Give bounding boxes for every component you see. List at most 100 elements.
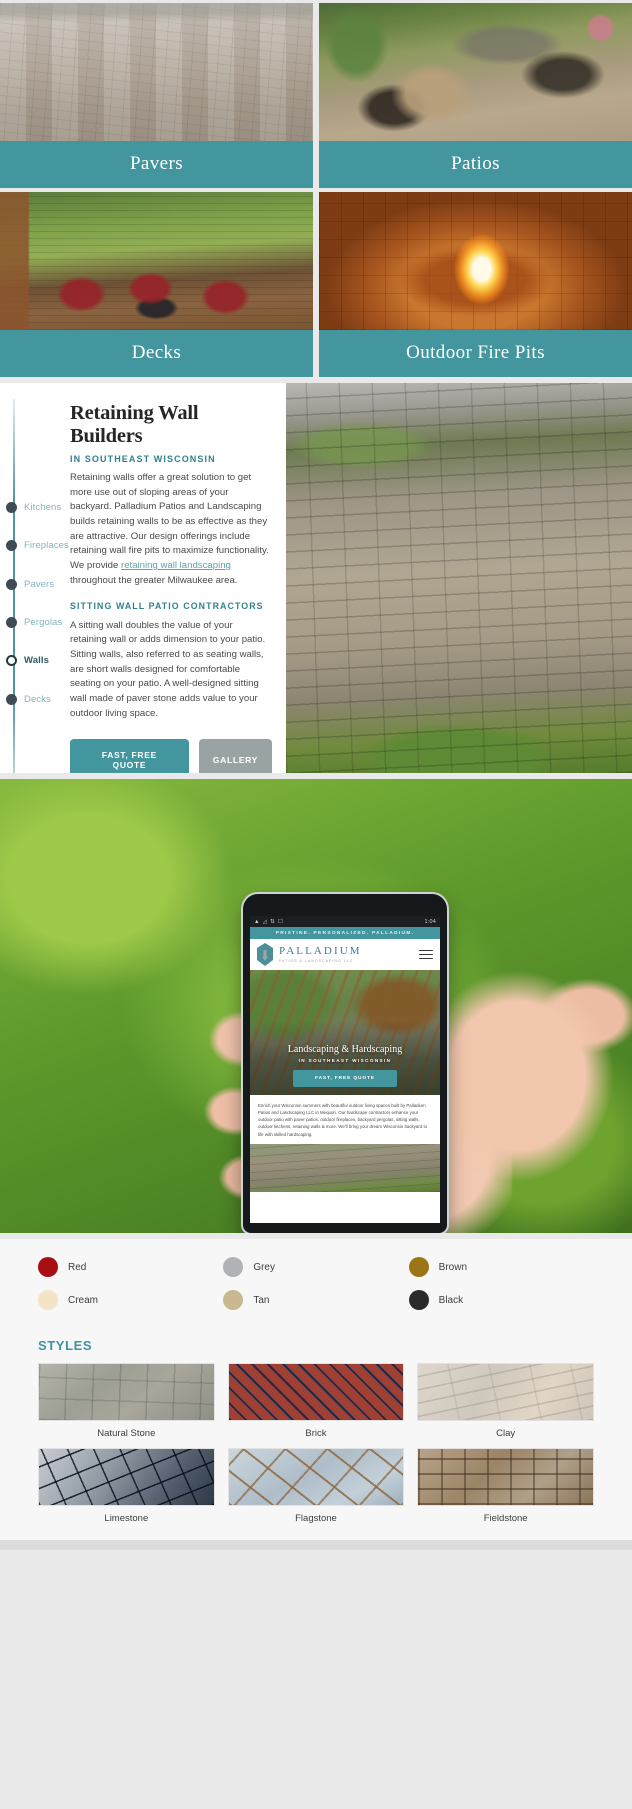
hamburger-bar [419, 949, 433, 952]
category-card-pavers[interactable]: Pavers [0, 3, 313, 188]
retaining-wall-photo-wrap [286, 383, 632, 773]
site-tagline-bar: PRISTINE. PERSONALIZED. PALLADIUM. [250, 927, 440, 939]
hand-thumb [420, 951, 632, 1201]
sidebar-item-label: Walls [24, 655, 49, 666]
sidebar-item-kitchens[interactable]: Kitchens [6, 502, 61, 513]
sidebar-item-decks[interactable]: Decks [6, 694, 51, 705]
mobile-hero: Landscaping & Hardscaping IN SOUTHEAST W… [250, 970, 440, 1095]
category-grid: Pavers Patios Decks Outdoor Fire Pits [0, 0, 632, 377]
color-label: Tan [253, 1294, 270, 1306]
retaining-wall-landscaping-link[interactable]: retaining wall landscaping [121, 560, 231, 571]
retaining-wall-section: Kitchens Fireplaces Pavers Pergolas Wall… [0, 383, 632, 773]
style-texture-image [227, 1363, 405, 1421]
style-label: Flagstone [295, 1513, 337, 1524]
timeline-dot-icon [6, 694, 17, 705]
styles-grid: Natural Stone Brick Clay Limestone Flags… [0, 1363, 632, 1540]
sidebar-item-label: Pergolas [24, 617, 63, 628]
style-card-limestone[interactable]: Limestone [38, 1448, 215, 1526]
gallery-button[interactable]: GALLERY [198, 739, 272, 773]
paragraph-part-1: Retaining walls offer a great solution t… [70, 471, 269, 571]
color-label: Cream [68, 1294, 99, 1306]
color-swatch-grey[interactable]: Grey [223, 1257, 408, 1277]
timeline-dot-icon [6, 655, 17, 666]
timeline-dot-icon [6, 579, 17, 590]
phone-screen: PRISTINE. PERSONALIZED. PALLADIUM. PALLA… [250, 927, 440, 1223]
color-swatch-tan[interactable]: Tan [223, 1290, 408, 1310]
colors-and-styles-section: Red Grey Brown Cream Tan Black STYLES Na… [0, 1239, 632, 1550]
message-icon: ☐ [277, 918, 284, 925]
category-label: Decks [0, 330, 313, 377]
retaining-wall-content: Kitchens Fireplaces Pavers Pergolas Wall… [0, 383, 286, 773]
styles-heading: STYLES [38, 1338, 93, 1353]
category-label: Outdoor Fire Pits [319, 330, 632, 377]
style-card-flagstone[interactable]: Flagstone [227, 1448, 405, 1526]
timeline-dot-icon [6, 617, 17, 628]
timeline-dot-icon [6, 540, 17, 551]
sidebar-item-fireplaces[interactable]: Fireplaces [6, 540, 69, 551]
color-swatch-brown[interactable]: Brown [408, 1257, 594, 1277]
cta-button-group: FAST, FREE QUOTE GALLERY [70, 739, 272, 773]
section-heading-sitting-wall: SITTING WALL PATIO CONTRACTORS [70, 601, 264, 612]
fire-pit-photo [319, 192, 632, 330]
bluetooth-icon: ⇅ [270, 918, 275, 925]
retaining-wall-photo [286, 383, 632, 773]
color-dot-icon [408, 1290, 429, 1310]
color-dot-icon [223, 1290, 244, 1310]
style-texture-image [227, 1448, 405, 1506]
sidebar-item-pavers[interactable]: Pavers [6, 579, 54, 590]
color-label: Grey [253, 1261, 275, 1273]
style-card-natural-stone[interactable]: Natural Stone [38, 1363, 215, 1441]
category-card-outdoor-fire-pits[interactable]: Outdoor Fire Pits [319, 192, 632, 377]
logo-text: PALLADIUM PATIOS & LANDSCAPING LLC [279, 946, 413, 963]
style-card-brick[interactable]: Brick [227, 1363, 405, 1441]
fast-free-quote-button[interactable]: FAST, FREE QUOTE [70, 739, 189, 773]
mobile-hero-subtitle: IN SOUTHEAST WISCONSIN [298, 1058, 392, 1063]
style-texture-image [38, 1363, 215, 1421]
phone-status-bar: ▲ ◿ ⇅ ☐ 1:04 [250, 916, 440, 927]
decks-photo [0, 192, 313, 330]
mobile-hero-content: Landscaping & Hardscaping IN SOUTHEAST W… [250, 1044, 440, 1087]
pavers-photo [0, 3, 313, 141]
hamburger-menu-icon[interactable] [419, 947, 433, 961]
sidebar-item-walls[interactable]: Walls [6, 655, 49, 666]
mobile-bottom-photo [250, 1143, 440, 1192]
mobile-fast-free-quote-button[interactable]: FAST, FREE QUOTE [293, 1070, 397, 1087]
style-card-fieldstone[interactable]: Fieldstone [417, 1448, 594, 1526]
style-label: Natural Stone [97, 1428, 156, 1439]
page-title: Retaining Wall Builders [70, 402, 199, 447]
category-label: Patios [319, 141, 632, 188]
style-label: Fieldstone [483, 1513, 528, 1524]
page-subtitle: IN SOUTHEAST WISCONSIN [70, 453, 216, 464]
colors-grid: Red Grey Brown Cream Tan Black [0, 1257, 632, 1310]
style-texture-image [38, 1448, 215, 1506]
color-label: Brown [438, 1261, 468, 1273]
color-label: Red [68, 1261, 87, 1273]
category-card-patios[interactable]: Patios [319, 3, 632, 188]
timeline-dot-icon [6, 502, 17, 513]
style-label: Clay [496, 1428, 516, 1439]
signal-icon: ▲ [254, 918, 260, 925]
sidebar-item-pergolas[interactable]: Pergolas [6, 617, 62, 628]
sitting-wall-paragraph: A sitting wall doubles the value of your… [70, 619, 266, 719]
mobile-mockup-section: ▲ ◿ ⇅ ☐ 1:04 PRISTINE. PERSONALIZED. PAL… [0, 779, 632, 1233]
mobile-intro-paragraph: Enrich your Wisconsin summers with beaut… [250, 1095, 440, 1144]
sidebar-item-label: Fireplaces [24, 540, 69, 551]
category-card-decks[interactable]: Decks [0, 192, 313, 377]
mobile-site-header: PALLADIUM PATIOS & LANDSCAPING LLC [250, 939, 440, 970]
page-bottom-strip [0, 1540, 632, 1550]
color-swatch-cream[interactable]: Cream [38, 1290, 223, 1310]
style-texture-image [417, 1363, 594, 1421]
color-swatch-black[interactable]: Black [408, 1290, 594, 1310]
color-dot-icon [408, 1257, 429, 1277]
color-swatch-red[interactable]: Red [38, 1257, 223, 1277]
clock-time: 1:04 [424, 918, 436, 925]
wifi-icon: ◿ [262, 918, 268, 925]
hamburger-bar [419, 953, 433, 956]
style-card-clay[interactable]: Clay [417, 1363, 594, 1441]
sidebar-item-label: Decks [24, 694, 51, 705]
sidebar-item-label: Kitchens [24, 502, 62, 513]
style-label: Limestone [104, 1513, 149, 1524]
paragraph-part-2: throughout the greater Milwaukee area. [70, 574, 238, 586]
service-timeline-nav: Kitchens Fireplaces Pavers Pergolas Wall… [0, 399, 70, 773]
category-label: Pavers [0, 141, 313, 188]
